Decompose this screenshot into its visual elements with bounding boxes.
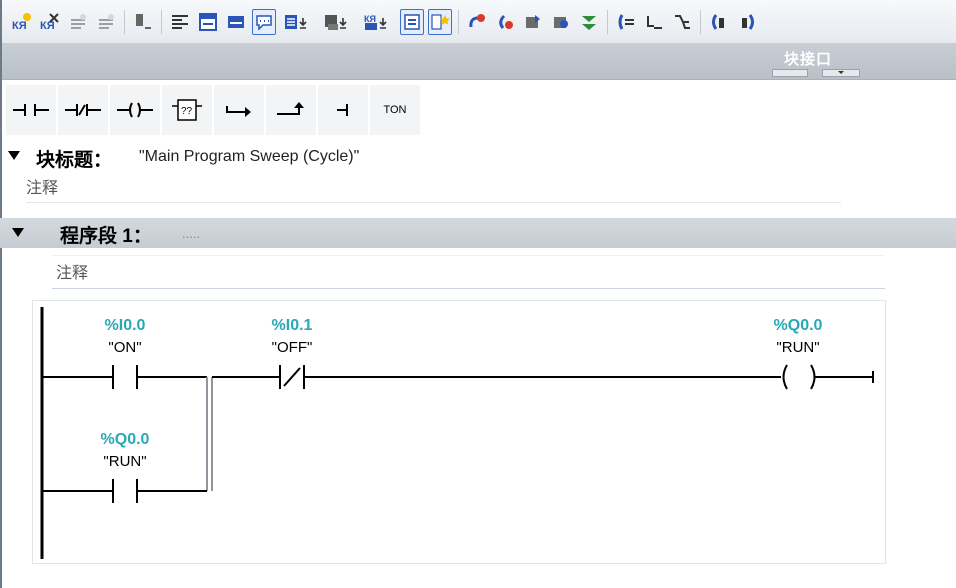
collapse-all-icon[interactable] xyxy=(196,9,220,35)
svg-text:КЯ: КЯ xyxy=(40,20,55,32)
network-title-placeholder[interactable]: ..... xyxy=(182,226,200,241)
empty-box-button[interactable]: ?? xyxy=(162,85,212,135)
coil-q0-0-address: %Q0.0 xyxy=(774,317,823,334)
toolbar-separator xyxy=(161,9,162,34)
add-row-icon[interactable] xyxy=(94,9,118,35)
step-list-icon[interactable] xyxy=(614,9,638,35)
window-left-border xyxy=(0,0,2,588)
no-contact-button[interactable] xyxy=(6,85,56,135)
toolbar-separator xyxy=(700,9,701,34)
contact-q0-0-address: %Q0.0 xyxy=(101,431,150,448)
operand-info-icon[interactable] xyxy=(400,8,424,35)
go-online-icon[interactable] xyxy=(493,9,517,35)
step-in-icon[interactable] xyxy=(577,9,601,35)
toolbar-separator xyxy=(124,9,125,34)
go-to-next-icon[interactable] xyxy=(707,9,731,35)
coil-q0-0-symbol xyxy=(782,364,816,390)
contact-i0-0-address: %I0.0 xyxy=(105,317,146,334)
network-comment[interactable]: 注释 xyxy=(56,259,88,283)
block-interface-label[interactable]: 块接口 xyxy=(784,48,832,69)
contact-i0-0-symbol xyxy=(112,365,138,389)
contact-i0-1-symbol-name: "OFF" xyxy=(272,339,313,356)
toolbar-separator xyxy=(607,9,608,34)
close-branch-button[interactable] xyxy=(266,85,316,135)
download-icon[interactable] xyxy=(549,9,573,35)
interface-splitter[interactable] xyxy=(772,69,862,77)
output-coil-button[interactable] xyxy=(110,85,160,135)
divider xyxy=(26,202,841,203)
block-comment[interactable]: 注释 xyxy=(26,174,58,198)
contact-q0-0-symbol xyxy=(112,479,138,503)
call-hierarchy-icon[interactable] xyxy=(465,9,489,35)
ton-timer-button[interactable]: TON xyxy=(370,85,420,135)
expand-all-icon[interactable] xyxy=(168,9,192,35)
insert-network-icon[interactable]: КЯ xyxy=(10,9,34,35)
svg-text:??: ?? xyxy=(181,106,193,117)
go-to-next-alt-icon[interactable] xyxy=(735,9,759,35)
contact-i0-0-symbol-name: "ON" xyxy=(108,339,141,356)
toolbar-separator xyxy=(458,9,459,34)
open-branch-button[interactable] xyxy=(214,85,264,135)
splitter-left[interactable] xyxy=(772,69,808,77)
splitter-right[interactable] xyxy=(822,69,860,77)
go-to-previous-icon[interactable] xyxy=(670,9,694,35)
contact-i0-1-address: %I0.1 xyxy=(272,317,313,334)
svg-text:КЯ: КЯ xyxy=(364,14,376,24)
nc-contact-icon xyxy=(65,104,101,116)
open-branch-icon xyxy=(226,106,251,117)
contact-q0-0-symbol-name: "RUN" xyxy=(103,453,146,470)
ladder-network[interactable]: %I0.0 "ON" %I0.1 "OFF" %Q0.0 "RUN" %Q0.0… xyxy=(32,300,886,564)
editor-toolbar: КЯ КЯ КЯ xyxy=(2,0,956,44)
close-branch-icon xyxy=(277,102,304,115)
contact-i0-1-symbol xyxy=(279,365,305,389)
ladder-diagram: %I0.0 "ON" %I0.1 "OFF" %Q0.0 "RUN" %Q0.0… xyxy=(40,307,874,559)
nc-contact-button[interactable] xyxy=(58,85,108,135)
toggle-absolute-icon[interactable] xyxy=(131,9,155,35)
step-over-icon[interactable] xyxy=(642,9,666,35)
block-title-value[interactable]: "Main Program Sweep (Cycle)" xyxy=(139,148,359,166)
insert-row-icon[interactable] xyxy=(66,9,90,35)
delete-network-icon[interactable]: КЯ xyxy=(38,9,62,35)
show-all-operands-icon[interactable] xyxy=(280,9,316,35)
network-view-icon[interactable] xyxy=(224,9,248,35)
network-title[interactable]: 程序段 1： xyxy=(60,221,152,248)
output-coil-icon xyxy=(117,102,153,118)
comment-icon[interactable] xyxy=(252,8,276,35)
no-contact-icon xyxy=(13,104,49,116)
block-interface-bar: 块接口 xyxy=(2,44,956,80)
show-symbolic-icon[interactable] xyxy=(320,9,356,35)
insert-input-icon xyxy=(337,104,348,116)
network-header: 程序段 1： ..... xyxy=(0,218,956,248)
empty-box-icon: ?? xyxy=(172,99,202,121)
collapse-triangle-icon[interactable] xyxy=(8,151,20,160)
insert-input-button[interactable] xyxy=(318,85,368,135)
svg-text:КЯ: КЯ xyxy=(12,20,27,32)
favorites-icon[interactable] xyxy=(428,8,452,35)
block-title-label: 块标题： xyxy=(36,150,113,171)
block-title-row: 块标题： "Main Program Sweep (Cycle)" xyxy=(8,143,888,171)
symbol-info-icon[interactable]: КЯ xyxy=(360,9,396,35)
monitor-icon[interactable] xyxy=(521,9,545,35)
coil-q0-0-symbol-name: "RUN" xyxy=(776,339,819,356)
collapse-triangle-icon[interactable] xyxy=(12,228,24,237)
instruction-palette: ?? TON xyxy=(6,85,422,135)
network-comment-box[interactable] xyxy=(52,255,885,289)
